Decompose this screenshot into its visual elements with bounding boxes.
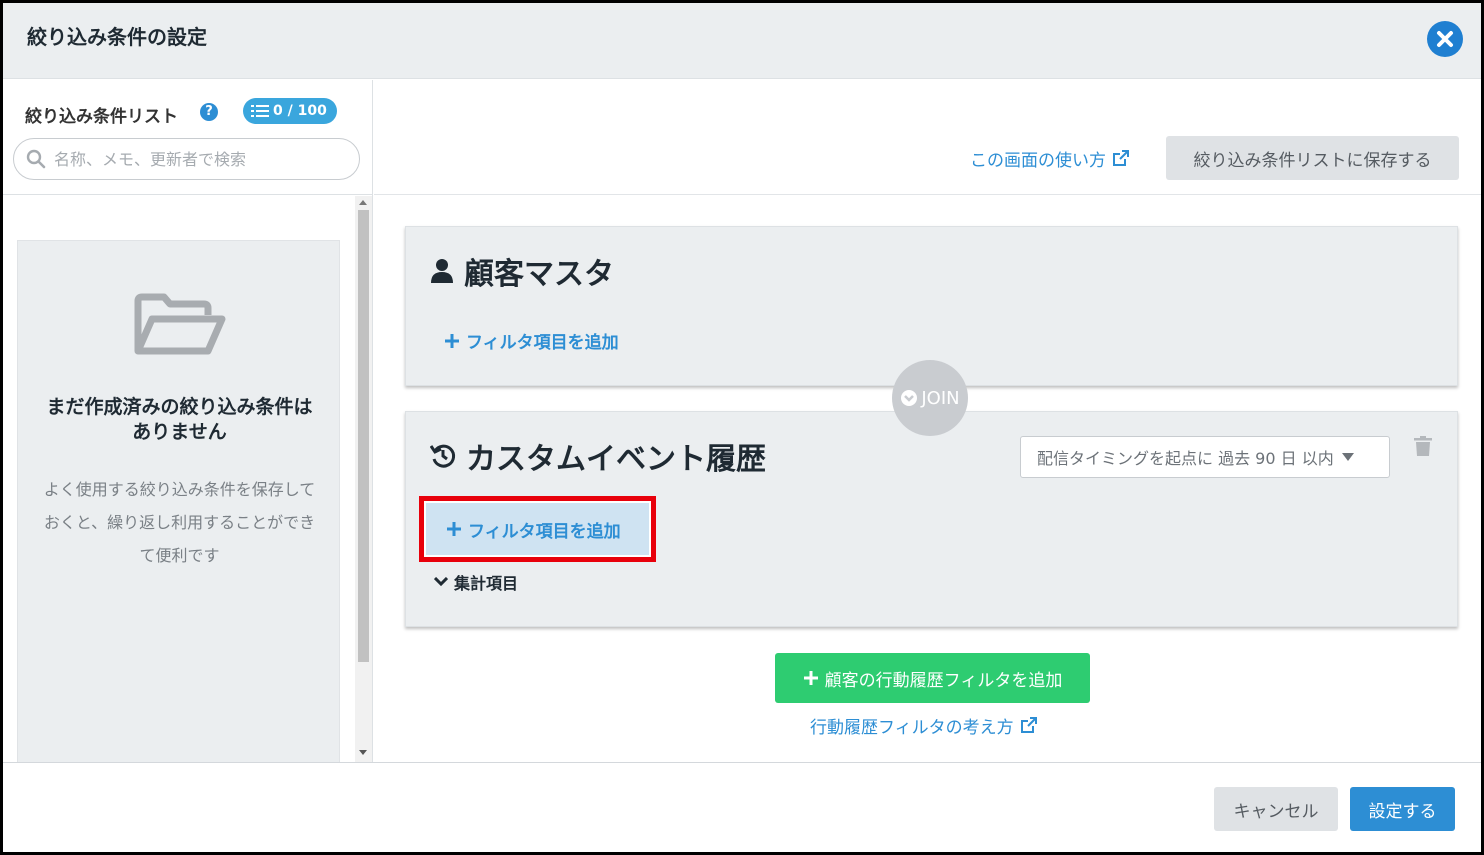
delete-card-button[interactable] (1414, 436, 1432, 460)
card-title: カスタムイベント履歴 (430, 434, 766, 478)
scroll-down-arrow[interactable] (359, 750, 367, 755)
join-label: JOIN (921, 387, 960, 409)
sidebar-scrollbar[interactable] (355, 196, 372, 762)
empty-state-description: よく使用する絞り込み条件を保存しておくと、繰り返し利用することができて便利です (43, 480, 316, 565)
highlight-box: フィルタ項目を追加 (419, 496, 656, 562)
external-link-icon (1113, 150, 1129, 166)
aggregate-toggle[interactable]: 集計項目 (434, 570, 518, 594)
user-icon (431, 259, 453, 283)
howto-link-label: この画面の使い方 (970, 151, 1106, 171)
join-badge: JOIN (892, 360, 968, 436)
card-title-text: カスタムイベント履歴 (466, 442, 766, 477)
scroll-up-arrow[interactable] (359, 200, 367, 205)
check-circle-icon (901, 390, 918, 406)
empty-state-title: まだ作成済みの絞り込み条件はありません (46, 396, 313, 443)
search-icon (26, 149, 46, 169)
aggregate-label: 集計項目 (454, 574, 519, 593)
caret-down-icon (1341, 453, 1354, 461)
add-behavior-filter-button[interactable]: 顧客の行動履歴フィルタを追加 (775, 653, 1090, 703)
external-link-icon (1020, 717, 1037, 733)
add-filter-label: フィルタ項目を追加 (468, 521, 621, 542)
search-box[interactable] (13, 138, 360, 180)
sidebar-header: 絞り込み条件リスト ? 0 / 100 (3, 80, 372, 195)
timing-select[interactable]: 配信タイミングを起点に 過去 90 日 以内 (1020, 436, 1390, 478)
behavior-filter-help-link[interactable]: 行動履歴フィルタの考え方 (810, 713, 1037, 738)
save-to-list-button[interactable]: 絞り込み条件リストに保存する (1166, 136, 1459, 180)
dialog-frame: 絞り込み条件の設定 絞り込み条件リスト ? 0 / 100 名称、メモ、更新者で… (0, 0, 1484, 855)
close-button[interactable] (1427, 21, 1463, 57)
custom-event-history-card: カスタムイベント履歴 配信タイミングを起点に 過去 90 日 以内 フィルタ項目… (405, 411, 1458, 627)
card-title-text: 顧客マスタ (464, 257, 614, 292)
main-toolbar: この画面の使い方 絞り込み条件リストに保存する (374, 80, 1481, 195)
folder-open-icon (134, 293, 226, 355)
add-filter-link[interactable]: フィルタ項目を追加 (426, 503, 649, 555)
scroll-thumb[interactable] (358, 210, 369, 662)
plus-icon (447, 522, 461, 536)
dialog-header: 絞り込み条件の設定 (3, 3, 1481, 79)
plus-icon (803, 671, 818, 685)
count-badge: 0 / 100 (243, 98, 337, 124)
sidebar: 絞り込み条件リスト ? 0 / 100 名称、メモ、更新者で検索 まだ作成済みの… (3, 80, 373, 770)
search-input[interactable] (54, 149, 334, 169)
add-filter-label: フィルタ項目を追加 (466, 333, 619, 353)
main-content: 顧客マスタ フィルタ項目を追加 JOIN カスタムイベント履歴 配信タイミングを… (374, 196, 1481, 762)
history-icon (430, 444, 456, 468)
behavior-filter-help-label: 行動履歴フィルタの考え方 (810, 718, 1014, 738)
card-title: 顧客マスタ (430, 249, 614, 293)
count-badge-text: 0 / 100 (273, 103, 327, 119)
howto-link[interactable]: この画面の使い方 (970, 146, 1129, 171)
dialog-footer: キャンセル 設定する (3, 762, 1481, 852)
sidebar-title: 絞り込み条件リスト (25, 107, 178, 127)
add-behavior-filter-label: 顧客の行動履歴フィルタを追加 (824, 670, 1063, 690)
help-icon[interactable]: ? (200, 103, 218, 121)
timing-select-value: 配信タイミングを起点に 過去 90 日 以内 (1037, 449, 1334, 468)
empty-state-card: まだ作成済みの絞り込み条件はありません よく使用する絞り込み条件を保存しておくと… (17, 240, 340, 770)
close-icon (1437, 31, 1453, 47)
cancel-button[interactable]: キャンセル (1214, 787, 1338, 831)
dialog-title: 絞り込み条件の設定 (27, 25, 207, 49)
plus-icon (445, 333, 459, 348)
chevron-down-icon (434, 577, 448, 587)
sidebar-body: まだ作成済みの絞り込み条件はありません よく使用する絞り込み条件を保存しておくと… (3, 196, 372, 770)
trash-icon (1414, 436, 1432, 456)
submit-button[interactable]: 設定する (1350, 787, 1455, 831)
list-icon (251, 105, 269, 117)
add-filter-link[interactable]: フィルタ項目を追加 (444, 328, 619, 353)
